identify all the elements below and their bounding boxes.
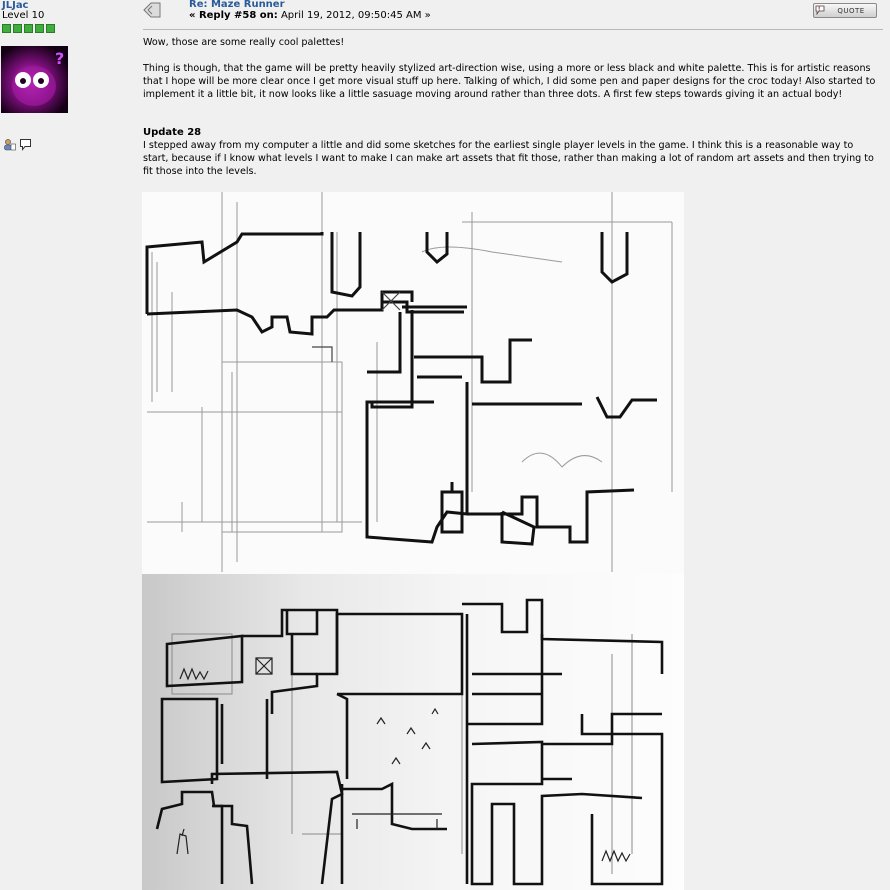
level-sketch-image-2 [142,574,684,890]
quote-icon: ! [814,5,826,17]
rank-star [13,24,22,33]
profile-icon[interactable] [3,138,16,154]
message-icon[interactable] [19,138,32,154]
body-paragraph: I stepped away from my computer a little… [143,140,874,177]
quote-button[interactable]: ! QUOTE [813,3,877,18]
svg-text:!: ! [818,6,820,12]
post-date: April 19, 2012, 09:50:45 AM » [280,10,431,21]
quote-button-label: QUOTE [837,6,865,15]
body-paragraph: Thing is though, that the game will be p… [143,63,876,100]
header-divider [143,29,883,30]
reply-number: « Reply #58 on: [189,10,278,21]
level-sketch-image [142,192,684,574]
post-icon [143,2,161,21]
user-level: Level 10 [2,10,45,21]
svg-text:?: ? [55,49,64,68]
post-meta: « Reply #58 on: April 19, 2012, 09:50:45… [189,10,431,21]
rank-star [35,24,44,33]
update-heading: Update 28 [143,127,202,138]
rank-star [24,24,33,33]
body-paragraph: Wow, those are some really cool palettes… [143,37,345,48]
post-header: Re: Maze Runner « Reply #58 on: April 19… [143,0,883,28]
rank-star [46,24,55,33]
post-title-link[interactable]: Re: Maze Runner [189,0,285,10]
rank-star [2,24,11,33]
rank-stars [2,24,55,33]
poster-icons [3,138,32,154]
avatar: ? [1,46,68,113]
